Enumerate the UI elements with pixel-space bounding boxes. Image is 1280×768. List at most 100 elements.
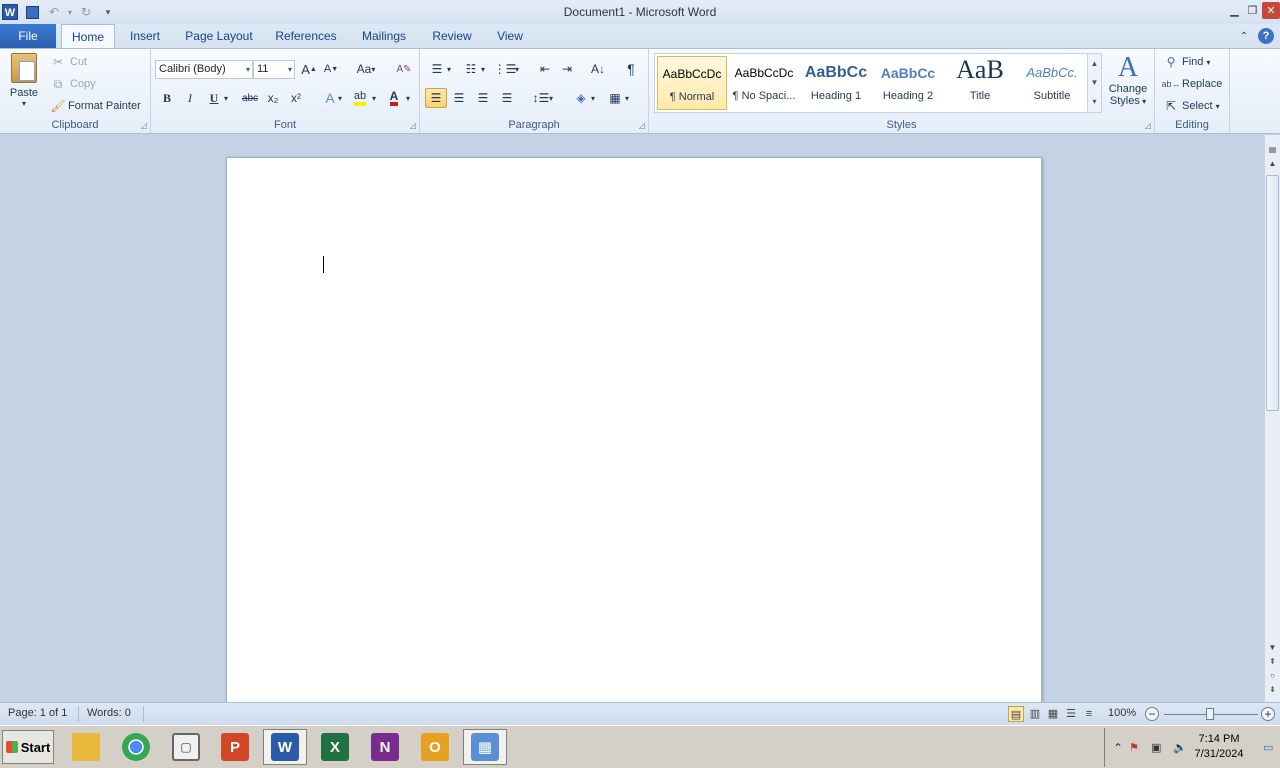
previous-page-icon[interactable]: ⇞ [1265, 655, 1280, 669]
document-area[interactable] [0, 135, 1264, 702]
bullets-dropdown-icon[interactable]: ▾ [444, 59, 454, 79]
restore-icon[interactable]: ❐ [1244, 2, 1261, 19]
style-subtitle[interactable]: AaBbCc. Subtitle [1017, 56, 1087, 110]
zoom-level[interactable]: 100% [1108, 707, 1136, 719]
tab-file[interactable]: File [0, 24, 56, 48]
close-icon[interactable]: ✕ [1262, 2, 1280, 19]
outline-icon[interactable]: ☰ [1063, 706, 1079, 722]
excel-icon[interactable]: X [313, 729, 357, 765]
outlook-icon[interactable]: O [413, 729, 457, 765]
shrink-font-icon[interactable]: A ▼ [320, 59, 342, 79]
scroll-up-icon[interactable]: ▲ [1265, 157, 1280, 171]
select-button[interactable]: ⇱ Select ▾ [1163, 98, 1220, 114]
strikethrough-button[interactable]: abc [239, 88, 261, 108]
tab-mailings[interactable]: Mailings [354, 24, 414, 48]
onenote-icon[interactable]: N [363, 729, 407, 765]
format-painter-button[interactable]: 🖌 Format Painter [50, 98, 140, 114]
font-name-combo[interactable]: Calibri (Body) ▾ [155, 60, 253, 79]
scroll-down-icon[interactable]: ▼ [1265, 641, 1280, 655]
grow-font-icon[interactable]: A ▲ [298, 59, 320, 79]
control-panel-icon[interactable]: ▦ [463, 729, 507, 765]
text-effects-dropdown-icon[interactable]: ▾ [335, 88, 345, 108]
underline-dropdown-icon[interactable]: ▾ [221, 88, 231, 108]
font-color-icon[interactable]: A [383, 88, 405, 108]
style-title[interactable]: AaB Title [945, 56, 1015, 110]
tab-view[interactable]: View [490, 24, 530, 48]
file-explorer-icon[interactable] [64, 729, 108, 765]
italic-button[interactable]: I [179, 88, 201, 108]
font-launcher-icon[interactable]: ◿ [410, 121, 416, 130]
tab-review[interactable]: Review [426, 24, 478, 48]
paragraph-launcher-icon[interactable]: ◿ [639, 121, 645, 130]
view-ruler-icon[interactable]: ▤ [1265, 143, 1280, 157]
print-layout-icon[interactable]: ▤ [1008, 706, 1024, 722]
show-formatting-button[interactable]: ¶ [620, 59, 642, 79]
subscript-button[interactable]: x₂ [262, 88, 284, 108]
highlight-icon[interactable]: ab [349, 88, 371, 108]
borders-dropdown-icon[interactable]: ▾ [622, 88, 632, 108]
style-normal[interactable]: AaBbCcDc ¶ Normal [657, 56, 727, 110]
shading-dropdown-icon[interactable]: ▾ [588, 88, 598, 108]
zoom-slider-thumb[interactable] [1206, 708, 1214, 720]
multilevel-dropdown-icon[interactable]: ▾ [512, 59, 522, 79]
network-icon[interactable]: ▣ [1151, 741, 1161, 754]
minimize-icon[interactable]: ▁ [1226, 2, 1243, 19]
page-count[interactable]: Page: 1 of 1 [8, 707, 67, 719]
action-center-icon[interactable]: ⚑ [1129, 741, 1139, 754]
clock[interactable]: 7:14 PM 7/31/2024 [1189, 732, 1249, 762]
show-desktop-icon[interactable]: ▭ [1263, 741, 1273, 754]
gallery-down-icon[interactable]: ▼ [1088, 73, 1101, 92]
clipboard-launcher-icon[interactable]: ◿ [141, 121, 147, 130]
scrollbar-thumb[interactable] [1266, 175, 1279, 411]
style-heading-2[interactable]: AaBbCc Heading 2 [873, 56, 943, 110]
increase-indent-icon[interactable]: ⇥ [556, 59, 578, 79]
change-styles-button[interactable]: A Change Styles ▾ [1106, 53, 1150, 115]
justify-icon[interactable]: ☰ [496, 88, 518, 108]
line-spacing-dropdown-icon[interactable]: ▾ [546, 88, 556, 108]
gallery-up-icon[interactable]: ▲ [1088, 54, 1101, 73]
vertical-scrollbar[interactable]: ▤ ▲ ▼ ⇞ ○ ⇟ [1264, 135, 1280, 702]
style-heading-1[interactable]: AaBbCc Heading 1 [801, 56, 871, 110]
numbering-dropdown-icon[interactable]: ▾ [478, 59, 488, 79]
copy-button[interactable]: ⧉ Copy [50, 76, 96, 92]
virtualbox-icon[interactable]: ▢ [164, 729, 208, 765]
document-page[interactable] [226, 157, 1042, 702]
decrease-indent-icon[interactable]: ⇤ [534, 59, 556, 79]
tab-page-layout[interactable]: Page Layout [180, 24, 258, 48]
font-size-combo[interactable]: 11 ▾ [253, 60, 295, 79]
tab-home[interactable]: Home [61, 24, 115, 49]
web-layout-icon[interactable]: ▦ [1045, 706, 1061, 722]
help-icon[interactable]: ? [1258, 28, 1274, 44]
align-left-icon[interactable]: ☰ [425, 88, 447, 108]
bold-button[interactable]: B [156, 88, 178, 108]
sort-icon[interactable]: A↓ [587, 59, 609, 79]
zoom-out-icon[interactable]: − [1145, 707, 1159, 721]
font-color-dropdown-icon[interactable]: ▾ [403, 88, 413, 108]
zoom-in-icon[interactable]: + [1261, 707, 1275, 721]
select-browse-object-icon[interactable]: ○ [1265, 669, 1280, 683]
powerpoint-icon[interactable]: P [213, 729, 257, 765]
minimize-ribbon-icon[interactable]: ⌃ [1236, 28, 1252, 44]
styles-launcher-icon[interactable]: ◿ [1145, 121, 1151, 130]
tab-references[interactable]: References [270, 24, 342, 48]
change-case-button[interactable]: Aa ▾ [351, 59, 381, 79]
align-center-icon[interactable]: ☰ [448, 88, 470, 108]
draft-icon[interactable]: ≡ [1081, 706, 1097, 722]
align-right-icon[interactable]: ☰ [472, 88, 494, 108]
word-taskbar-icon[interactable]: W [263, 729, 307, 765]
chrome-icon[interactable] [114, 729, 158, 765]
start-button[interactable]: Start [2, 730, 54, 764]
superscript-button[interactable]: x² [285, 88, 307, 108]
clear-formatting-icon[interactable]: A✎ [393, 59, 415, 79]
paste-button[interactable]: Paste ▾ [6, 53, 42, 117]
find-button[interactable]: ⚲ Find ▾ [1163, 54, 1211, 70]
show-hidden-icons[interactable]: ⌃ [1113, 741, 1123, 755]
volume-icon[interactable]: 🔈 [1173, 741, 1187, 754]
style-no-spacing[interactable]: AaBbCcDc ¶ No Spaci... [729, 56, 799, 110]
cut-button[interactable]: ✂ Cut [50, 54, 87, 70]
gallery-more-icon[interactable]: ▾ [1088, 92, 1101, 111]
next-page-icon[interactable]: ⇟ [1265, 683, 1280, 697]
full-screen-reading-icon[interactable]: ▥ [1027, 706, 1043, 722]
word-count[interactable]: Words: 0 [87, 707, 131, 719]
highlight-dropdown-icon[interactable]: ▾ [369, 88, 379, 108]
